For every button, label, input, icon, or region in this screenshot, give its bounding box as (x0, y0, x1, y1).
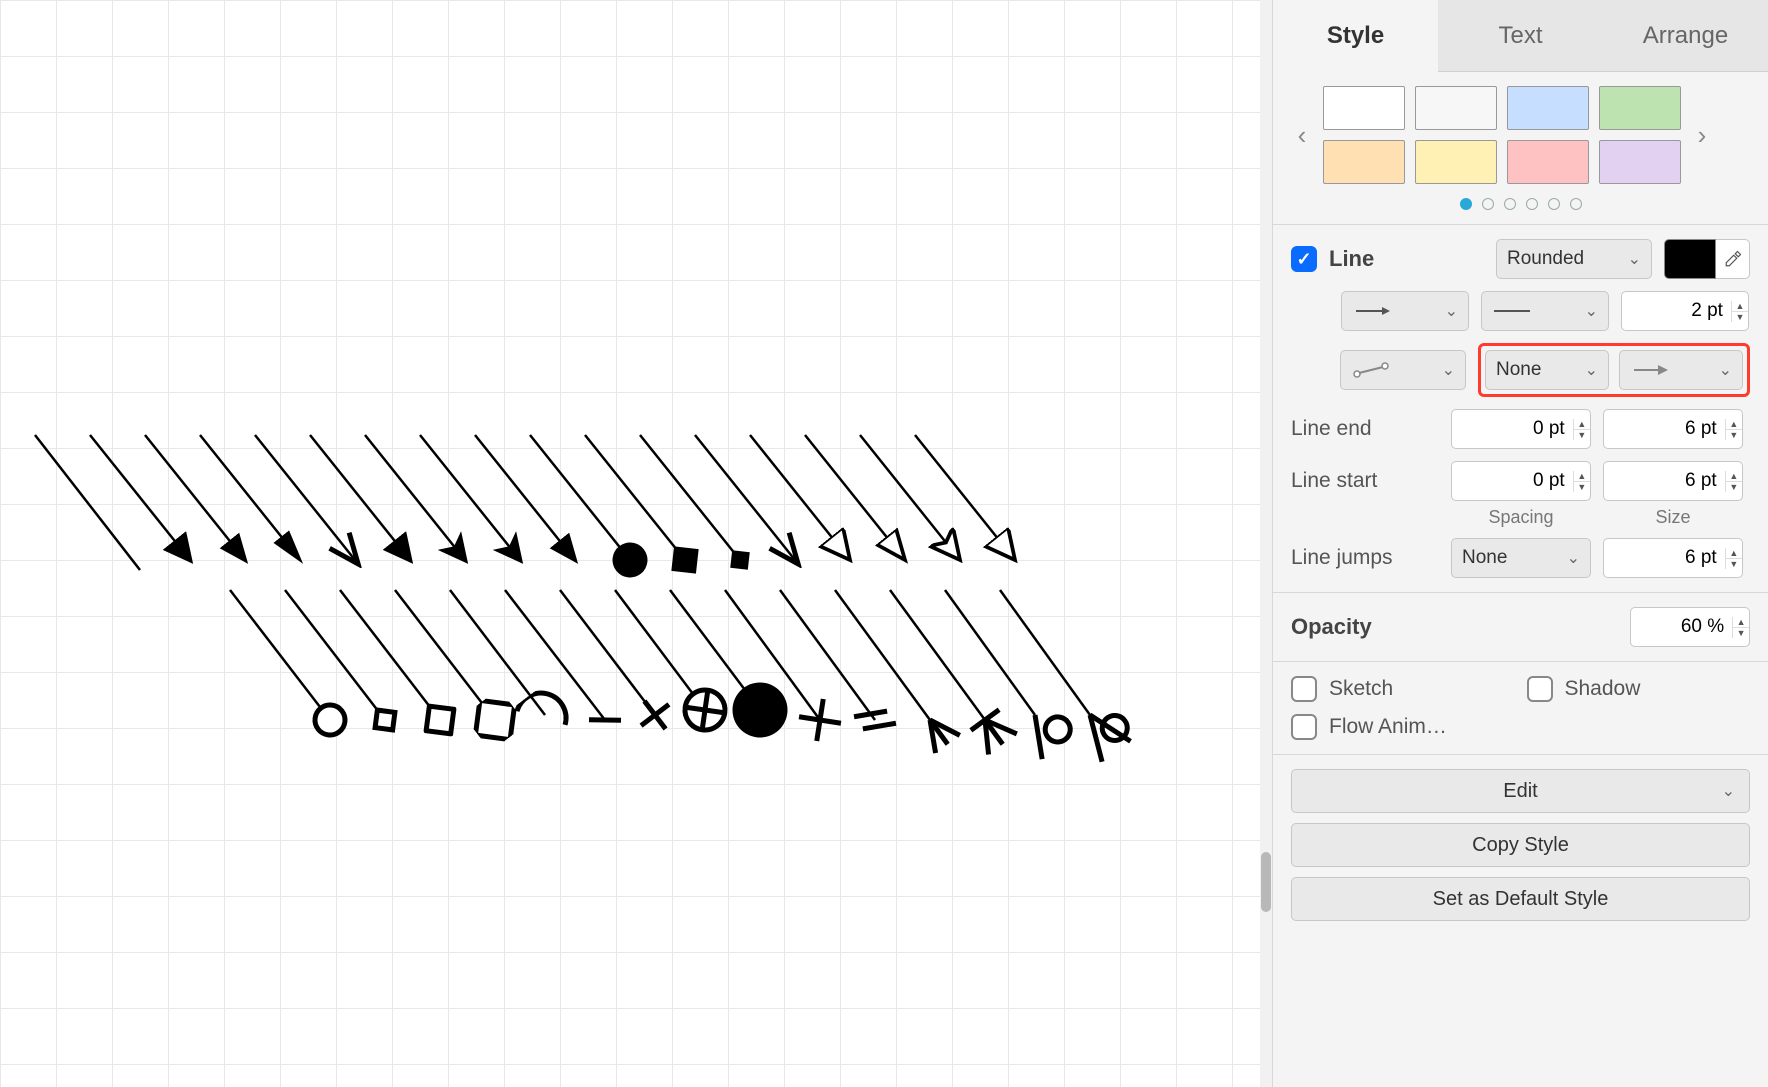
diagram-arrows[interactable] (0, 0, 1260, 1087)
line-end-label: Line end (1291, 417, 1439, 441)
swatch-grid (1323, 86, 1681, 184)
actions-section: Edit ⌄ Copy Style Set as Default Style (1273, 755, 1768, 945)
scrollbar-thumb[interactable] (1261, 852, 1271, 912)
pager-dot[interactable] (1460, 198, 1472, 210)
line-start-size-input[interactable]: ▲▼ (1603, 461, 1743, 501)
edit-button-label: Edit (1503, 780, 1537, 803)
swatch[interactable] (1323, 140, 1405, 184)
arrow-direction-select[interactable]: ⌄ (1341, 291, 1469, 331)
arrow-end-select[interactable]: ⌄ (1619, 350, 1743, 390)
sidebar-tabs: Style Text Arrange (1273, 0, 1768, 72)
chevron-down-icon: ⌄ (1445, 301, 1458, 321)
flow-anim-label: Flow Anim… (1329, 715, 1447, 739)
line-jumps-value: None (1462, 547, 1507, 569)
swatch[interactable] (1323, 86, 1405, 130)
stepper[interactable]: ▲▼ (1573, 419, 1590, 440)
line-dash-select[interactable]: ⌄ (1481, 291, 1609, 331)
arrow-ends-highlight: None ⌄ ⌄ (1478, 343, 1750, 397)
shadow-checkbox[interactable] (1527, 676, 1553, 702)
format-sidebar: Style Text Arrange ‹ › (1272, 0, 1768, 1087)
opacity-section: Opacity ▲▼ (1273, 593, 1768, 662)
line-style-select[interactable]: Rounded ⌄ (1496, 239, 1652, 279)
opacity-value[interactable] (1631, 616, 1732, 638)
swatch[interactable] (1415, 140, 1497, 184)
line-end-spacing-input[interactable]: ▲▼ (1451, 409, 1591, 449)
line-start-spacing-value[interactable] (1452, 470, 1573, 492)
stepper[interactable]: ▲▼ (1731, 301, 1748, 322)
tab-arrange[interactable]: Arrange (1603, 0, 1768, 72)
line-style-value: Rounded (1507, 248, 1584, 270)
arrow-start-select[interactable]: None ⌄ (1485, 350, 1609, 390)
color-swatches-section: ‹ › (1273, 72, 1768, 225)
swatch-next-icon[interactable]: › (1691, 115, 1713, 155)
flow-anim-checkbox[interactable] (1291, 714, 1317, 740)
sketch-label: Sketch (1329, 677, 1393, 701)
swatch[interactable] (1507, 86, 1589, 130)
swatch[interactable] (1415, 86, 1497, 130)
stepper[interactable]: ▲▼ (1732, 617, 1749, 638)
chevron-down-icon: ⌄ (1567, 548, 1580, 568)
swatch-pager (1291, 198, 1750, 210)
line-start-spacing-input[interactable]: ▲▼ (1451, 461, 1591, 501)
swatch[interactable] (1599, 86, 1681, 130)
opacity-input[interactable]: ▲▼ (1630, 607, 1750, 647)
line-end-size-value[interactable] (1604, 418, 1725, 440)
chevron-down-icon: ⌄ (1722, 781, 1735, 801)
swatch-prev-icon[interactable]: ‹ (1291, 115, 1313, 155)
pager-dot[interactable] (1526, 198, 1538, 210)
set-default-style-button[interactable]: Set as Default Style (1291, 877, 1750, 921)
line-color-chip[interactable] (1664, 239, 1716, 279)
line-jumps-label: Line jumps (1291, 546, 1439, 570)
tab-style[interactable]: Style (1273, 0, 1438, 72)
set-default-label: Set as Default Style (1433, 888, 1609, 911)
size-sublabel: Size (1603, 507, 1743, 528)
chevron-down-icon: ⌄ (1585, 360, 1598, 380)
edit-button[interactable]: Edit ⌄ (1291, 769, 1750, 813)
opacity-label: Opacity (1291, 614, 1618, 640)
line-jumps-size-value[interactable] (1604, 547, 1725, 569)
canvas[interactable] (0, 0, 1260, 1087)
stepper[interactable]: ▲▼ (1573, 471, 1590, 492)
line-end-spacing-value[interactable] (1452, 418, 1573, 440)
waypoint-select[interactable]: ⌄ (1340, 350, 1466, 390)
line-checkbox[interactable] (1291, 246, 1317, 272)
copy-style-button[interactable]: Copy Style (1291, 823, 1750, 867)
swatch[interactable] (1507, 140, 1589, 184)
line-jumps-select[interactable]: None ⌄ (1451, 538, 1591, 578)
shadow-label: Shadow (1565, 677, 1641, 701)
tab-text[interactable]: Text (1438, 0, 1603, 72)
line-width-value[interactable] (1622, 300, 1731, 322)
line-section: Line Rounded ⌄ ⌄ ⌄ (1273, 225, 1768, 593)
sketch-checkbox[interactable] (1291, 676, 1317, 702)
line-start-label: Line start (1291, 469, 1439, 493)
options-section: Sketch Shadow Flow Anim… (1273, 662, 1768, 755)
chevron-down-icon: ⌄ (1442, 360, 1455, 380)
pager-dot[interactable] (1504, 198, 1516, 210)
line-label: Line (1329, 246, 1484, 272)
pager-dot[interactable] (1482, 198, 1494, 210)
line-end-size-input[interactable]: ▲▼ (1603, 409, 1743, 449)
stepper[interactable]: ▲▼ (1725, 548, 1742, 569)
stepper[interactable]: ▲▼ (1725, 471, 1742, 492)
pager-dot[interactable] (1570, 198, 1582, 210)
vertical-scrollbar[interactable] (1260, 0, 1272, 1087)
arrow-start-value: None (1496, 359, 1541, 381)
chevron-down-icon: ⌄ (1585, 301, 1598, 321)
eyedropper-icon[interactable] (1716, 239, 1750, 279)
swatch[interactable] (1599, 140, 1681, 184)
spacing-sublabel: Spacing (1451, 507, 1591, 528)
pager-dot[interactable] (1548, 198, 1560, 210)
chevron-down-icon: ⌄ (1719, 360, 1732, 380)
chevron-down-icon: ⌄ (1628, 249, 1641, 269)
line-jumps-size-input[interactable]: ▲▼ (1603, 538, 1743, 578)
copy-style-label: Copy Style (1472, 834, 1569, 857)
line-width-input[interactable]: ▲▼ (1621, 291, 1749, 331)
line-start-size-value[interactable] (1604, 470, 1725, 492)
stepper[interactable]: ▲▼ (1725, 419, 1742, 440)
